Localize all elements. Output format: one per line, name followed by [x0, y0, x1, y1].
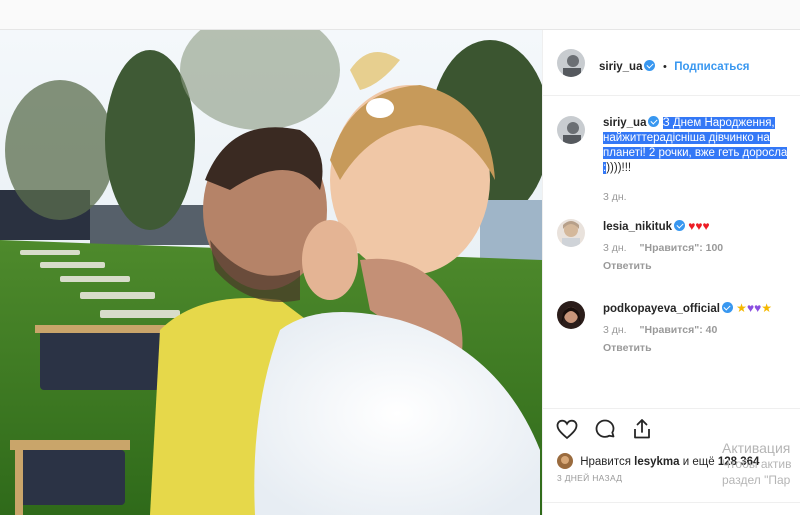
comment-emoji: ♥♥♥	[688, 219, 710, 233]
top-bar	[0, 0, 800, 30]
commenter-username[interactable]: podkopayeva_official	[603, 303, 720, 315]
comment-meta: 3 дн. "Нравится": 100	[603, 241, 799, 256]
comment-likes[interactable]: "Нравится": 100	[640, 242, 724, 254]
share-icon	[634, 419, 650, 439]
star-icon: ★	[736, 301, 747, 315]
comment-time[interactable]: 3 дн.	[603, 324, 627, 336]
caption-meta: 3 дн.	[603, 190, 799, 205]
heart-icon: ♥	[702, 219, 710, 233]
star-icon: ★	[761, 301, 772, 315]
follow-button[interactable]: Подписаться	[674, 61, 749, 73]
likes-prefix: Нравится	[580, 456, 631, 468]
avatar-image	[557, 453, 573, 469]
post-header: siriy_ua • Подписаться	[543, 30, 800, 96]
liker-avatar[interactable]	[557, 453, 573, 469]
comment-text-block: lesia_nikituk ♥♥♥ 3 дн. "Нравится": 100 …	[603, 219, 799, 274]
verified-badge-icon	[674, 220, 686, 231]
separator-dot: •	[662, 61, 667, 73]
likes-middle: и ещё	[682, 456, 715, 468]
heart-outline-icon	[556, 419, 578, 440]
caption-time[interactable]: 3 дн.	[603, 191, 627, 203]
commenter-username[interactable]: lesia_nikituk	[603, 221, 672, 233]
caption-username[interactable]: siriy_ua	[603, 117, 646, 129]
comment-text-block: podkopayeva_official ★♥♥★ 3 дн. "Нравитс…	[603, 301, 799, 356]
activation-line: раздел "Пар	[722, 473, 791, 487]
avatar-image	[557, 301, 585, 329]
commenter-avatar[interactable]	[557, 219, 585, 247]
comments-list[interactable]: siriy_ua З Днем Народження, найжиттераді…	[543, 96, 800, 408]
verified-badge-icon	[721, 302, 733, 313]
activation-line: Чтобы актив	[722, 457, 792, 471]
comment-reply-line: Ответить	[603, 259, 799, 274]
comment-bubble-icon	[595, 419, 615, 438]
activation-title: Активация	[722, 440, 791, 456]
author-avatar[interactable]	[557, 49, 585, 77]
windows-activation-watermark: Активация Чтобы актив раздел "Пар	[722, 440, 800, 488]
comment-reply-line: Ответить	[603, 341, 799, 356]
commenter-avatar[interactable]	[557, 301, 585, 329]
comment-button[interactable]	[593, 417, 617, 441]
caption-text-block: siriy_ua З Днем Народження, найжиттераді…	[603, 116, 799, 205]
heart-icon: ♥	[695, 219, 703, 233]
purple-heart-icon: ♥	[746, 301, 755, 315]
comment-time[interactable]: 3 дн.	[603, 242, 627, 254]
like-button[interactable]	[555, 417, 579, 441]
comment-meta: 3 дн. "Нравится": 40	[603, 323, 799, 338]
avatar-image	[557, 49, 585, 77]
verified-badge-icon	[648, 116, 660, 127]
divider	[543, 502, 800, 503]
comment-emoji: ★♥♥★	[736, 301, 772, 315]
caption-tail-text: ))))!!!	[606, 162, 632, 174]
reply-button[interactable]: Ответить	[603, 260, 652, 272]
liker-username[interactable]: lesykma	[634, 456, 679, 468]
avatar-image	[557, 116, 585, 144]
caption-avatar[interactable]	[557, 116, 585, 144]
avatar-image	[557, 219, 585, 247]
photo-image	[0, 30, 542, 515]
header-user-line: siriy_ua • Подписаться	[599, 57, 749, 75]
author-username[interactable]: siriy_ua	[599, 61, 642, 73]
verified-badge-icon	[644, 60, 656, 71]
comment-likes[interactable]: "Нравится": 40	[640, 324, 718, 336]
post-date[interactable]: 3 ДНЕЙ НАЗАД	[557, 473, 622, 483]
post-photo[interactable]	[0, 30, 542, 515]
reply-button[interactable]: Ответить	[603, 342, 652, 354]
share-button[interactable]	[630, 417, 654, 441]
